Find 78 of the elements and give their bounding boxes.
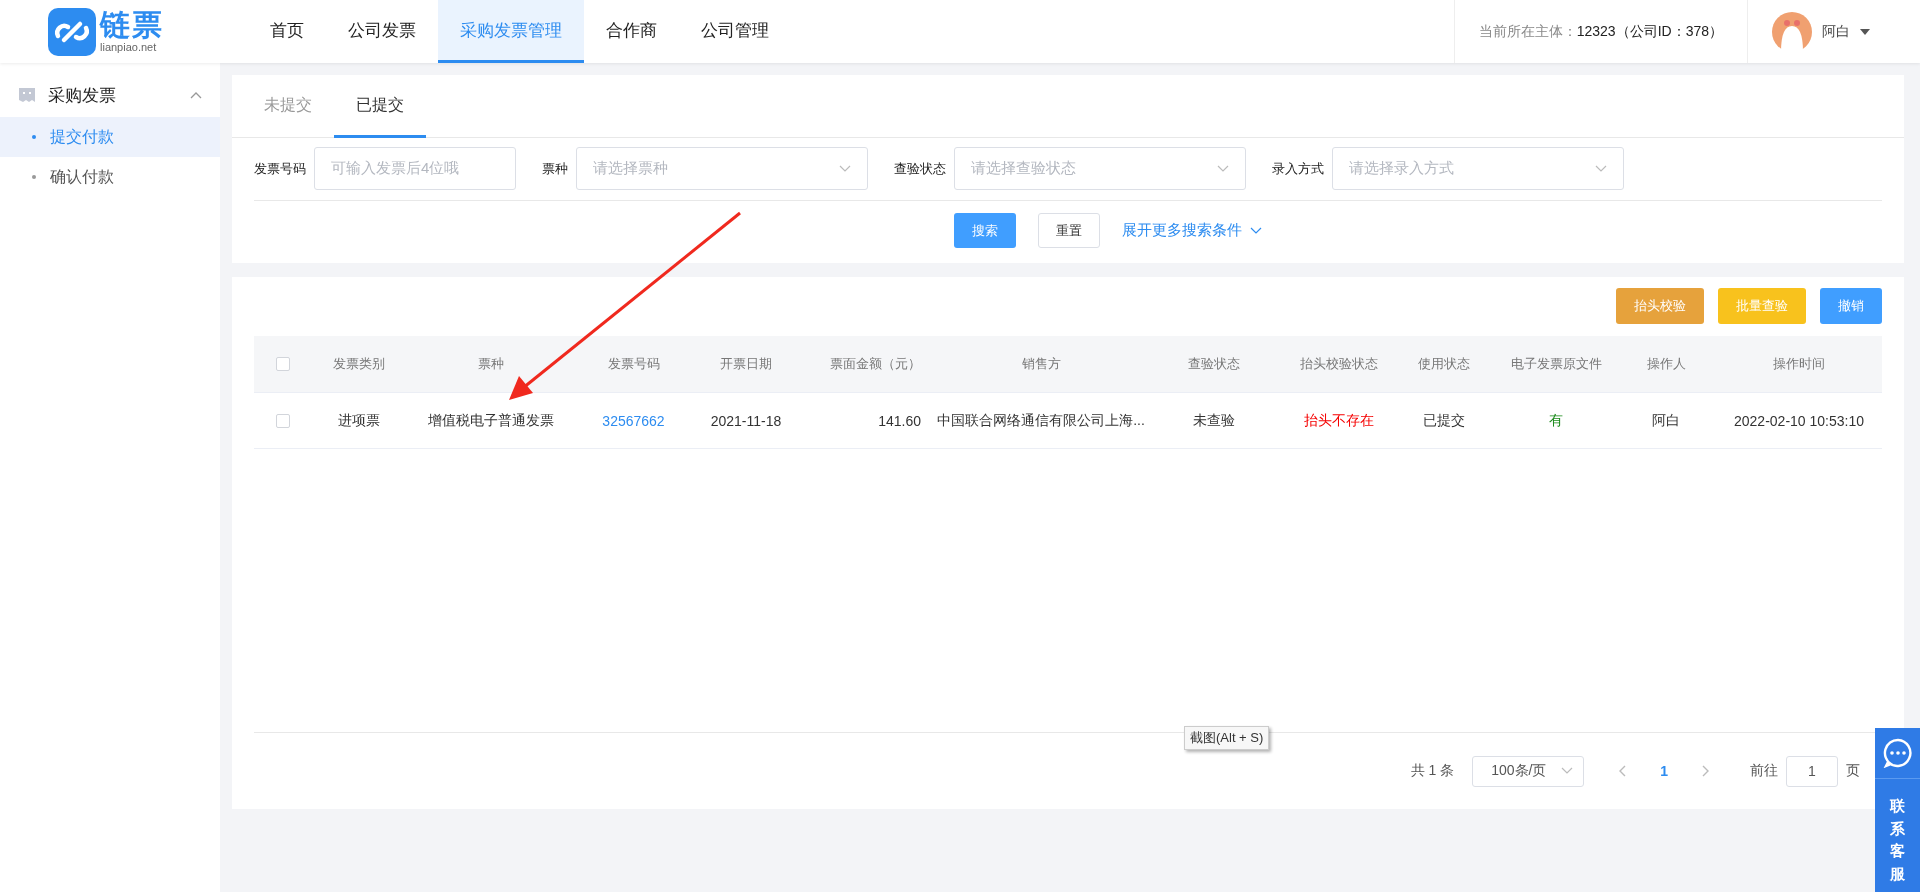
chevron-icon <box>1561 767 1574 775</box>
nav-tab[interactable]: 采购发票管理 <box>438 0 584 63</box>
table-cell: 2021-11-18 <box>710 412 782 429</box>
column-header: 票种 <box>478 355 504 373</box>
column-header: 抬头校验状态 <box>1299 355 1378 373</box>
toolbar-button[interactable]: 撤销 <box>1820 288 1882 324</box>
search-button[interactable]: 搜索 <box>954 213 1016 248</box>
status-text: 抬头不存在 <box>1303 411 1374 430</box>
status-text: 有 <box>1549 411 1563 430</box>
table-cell: 已提交 <box>1422 411 1465 430</box>
page-input[interactable]: 1 <box>1786 755 1838 787</box>
tooltip: 截图(Alt + S) <box>1184 726 1270 750</box>
sidebar-group[interactable]: 采购发票 <box>0 73 220 117</box>
chevron-icon <box>190 91 202 99</box>
service-label[interactable]: 联系客服 <box>1890 795 1905 885</box>
filter-label: 录入方式 <box>1272 159 1324 178</box>
input-field[interactable]: 可输入发票后4位哦 <box>314 147 516 190</box>
column-header: 发票类别 <box>333 355 385 373</box>
bullet-icon <box>32 175 36 179</box>
column-header: 电子发票原文件 <box>1510 355 1602 373</box>
entity-label: 当前所在主体： <box>1478 22 1577 41</box>
nav-tab[interactable]: 公司发票 <box>326 0 438 63</box>
entity-value: 12323（公司ID：378） <box>1576 22 1723 41</box>
avatar[interactable] <box>1772 11 1812 52</box>
logo-domain: lianpiao.net <box>100 42 158 53</box>
filter-label: 票种 <box>542 159 568 178</box>
goto-label: 前往 <box>1750 762 1778 780</box>
select-field[interactable]: 请选择录入方式 <box>1332 147 1624 190</box>
checkbox[interactable] <box>276 413 290 428</box>
sidebar-item[interactable]: 提交付款 <box>0 117 220 157</box>
table-cell: 阿白 <box>1652 411 1680 430</box>
sidebar-item[interactable]: 确认付款 <box>0 157 220 197</box>
table-cell: 进项票 <box>338 411 380 430</box>
table-cell: 141.60 <box>878 412 921 429</box>
chat-icon <box>1882 738 1913 768</box>
column-header: 操作时间 <box>1773 355 1825 373</box>
caret-icon[interactable] <box>1860 28 1870 35</box>
column-header: 使用状态 <box>1417 355 1470 373</box>
service-widget[interactable]: 联系客服 <box>1875 728 1920 892</box>
filter-label: 查验状态 <box>894 159 946 178</box>
page-suffix: 页 <box>1846 762 1860 780</box>
total-count: 共 1 条 <box>1410 762 1455 780</box>
prev-icon[interactable] <box>1618 765 1627 777</box>
select-field[interactable]: 请选择查验状态 <box>954 147 1246 190</box>
next-icon[interactable] <box>1702 765 1710 777</box>
column-header: 票面金额（元） <box>830 355 921 373</box>
nav-tab[interactable]: 公司管理 <box>679 0 791 63</box>
table-cell: 增值税电子普通发票 <box>428 411 554 430</box>
column-header: 销售方 <box>1021 355 1061 373</box>
chevron-icon <box>839 164 851 173</box>
chevron-icon <box>1595 164 1607 173</box>
tab[interactable]: 未提交 <box>242 75 334 138</box>
invoice-link[interactable]: 32567662 <box>602 412 665 429</box>
checkbox[interactable] <box>276 357 290 371</box>
column-header: 发票号码 <box>607 355 660 373</box>
nav-tab[interactable]: 首页 <box>248 0 326 63</box>
chevron-icon <box>1250 226 1262 235</box>
column-header: 查验状态 <box>1187 355 1240 373</box>
toolbar-button[interactable]: 抬头校验 <box>1616 288 1704 324</box>
column-header: 操作人 <box>1646 355 1686 373</box>
table-cell: 未查验 <box>1192 411 1235 430</box>
page-size-select[interactable]: 100条/页 <box>1472 755 1585 787</box>
select-field[interactable]: 请选择票种 <box>576 147 868 190</box>
nav-tab[interactable]: 合作商 <box>584 0 679 63</box>
expand-link[interactable]: 展开更多搜索条件 <box>1122 221 1262 240</box>
user-name[interactable]: 阿白 <box>1822 22 1850 41</box>
tab[interactable]: 已提交 <box>334 75 426 138</box>
filter-label: 发票号码 <box>254 159 306 178</box>
column-header: 开票日期 <box>720 355 772 373</box>
table-cell: 中国联合网络通信有限公司上海... <box>937 411 1145 430</box>
logo-name: 链票 <box>100 10 164 40</box>
page-number[interactable]: 1 <box>1644 763 1684 779</box>
bullet-icon <box>32 135 36 139</box>
reset-button[interactable]: 重置 <box>1038 213 1100 248</box>
logo-icon <box>48 7 96 56</box>
chevron-icon <box>1217 164 1229 173</box>
receipt-icon <box>18 86 36 104</box>
table-cell: 2022-02-10 10:53:10 <box>1734 412 1864 429</box>
